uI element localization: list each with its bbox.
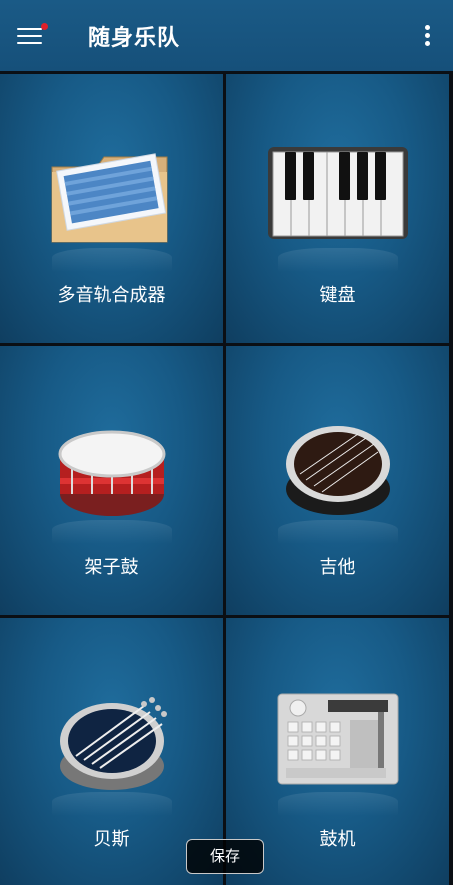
hamburger-icon-bar (17, 41, 42, 45)
notification-dot (41, 22, 48, 30)
tile-label: 架子鼓 (84, 557, 139, 578)
bass-icon (59, 697, 167, 790)
instrument-grid: 多音轨合成器 键盘 架子鼓 吉他 贝斯 鼓机 (0, 74, 453, 885)
tile-keyboard[interactable]: 键盘 (226, 74, 449, 343)
tile-label: 键盘 (319, 285, 356, 306)
hamburger-icon-bar (17, 34, 42, 38)
app-title: 随身乐队 (88, 25, 181, 51)
hamburger-icon (17, 27, 42, 31)
save-button[interactable]: 保存 (186, 839, 264, 874)
guitar-icon (285, 426, 390, 515)
more-vert-icon[interactable] (421, 25, 433, 49)
app-bar: 随身乐队 (0, 0, 453, 73)
tile-drum[interactable]: 架子鼓 (0, 346, 223, 615)
tile-guitar[interactable]: 吉他 (226, 346, 449, 615)
tile-label: 吉他 (319, 557, 356, 578)
tile-multitrack[interactable]: 多音轨合成器 (0, 74, 223, 343)
tile-label: 多音轨合成器 (57, 285, 166, 306)
multitrack-folder-icon (51, 153, 167, 243)
drum-machine-icon (277, 693, 398, 785)
drum-icon (58, 430, 165, 516)
piano-keyboard-icon (267, 147, 408, 239)
menu-button[interactable] (17, 22, 48, 46)
